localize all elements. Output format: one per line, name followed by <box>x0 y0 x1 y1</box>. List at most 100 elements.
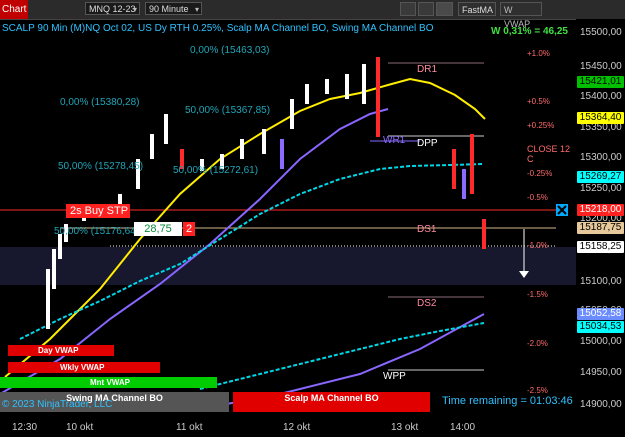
price-tag-blue: 15052,58 <box>577 308 624 320</box>
period-label: 90 Minute <box>149 4 189 14</box>
order-price-field[interactable]: 28,75 <box>134 222 182 236</box>
price-tag-last: 15158,25 <box>577 241 624 253</box>
wvwap-toggle[interactable]: W VWAP <box>500 2 542 29</box>
price-tag-text: 15218,00 <box>579 204 622 215</box>
price-tag-cyan: 15269,27 <box>577 171 624 183</box>
fib-label: 0,00% (15463,03) <box>190 45 270 56</box>
candle <box>452 149 456 189</box>
fastma-toggle[interactable]: FastMA <box>458 2 496 16</box>
chart-tab[interactable]: Chart <box>0 0 28 19</box>
pct-label: -0.25% <box>527 169 553 178</box>
price-tag-green: 15421,01 <box>577 76 624 88</box>
candle <box>46 269 50 329</box>
fib-label: 50,00% (15176,64) <box>54 226 140 237</box>
instrument-selector[interactable]: MNQ 12-23 ▾ <box>85 2 140 15</box>
price-tick: 15000,00 <box>580 336 622 347</box>
copyright-notice: © 2023 NinjaTrader, LLC <box>2 399 113 410</box>
price-tick: 15400,00 <box>580 91 622 102</box>
candle <box>240 139 244 159</box>
pct-label: -2.0% <box>527 339 548 348</box>
chevron-down-icon: ▾ <box>194 5 199 14</box>
pct-label: -1.0% <box>527 241 548 250</box>
price-tick: 14900,00 <box>580 399 622 410</box>
candle <box>362 64 366 104</box>
candle <box>280 139 284 169</box>
price-tag-yellow: 15364,40 <box>577 112 624 124</box>
price-tag-text: 15421,01 <box>579 76 622 87</box>
axis-corner <box>576 419 625 437</box>
time-tick: 12:30 <box>12 422 38 433</box>
day-vwap-flag: Day VWAP <box>8 345 114 356</box>
price-tick: 15300,00 <box>580 152 622 163</box>
price-tag-text: 15364,40 <box>579 112 622 123</box>
wr1-label: WR1 <box>383 135 406 146</box>
instrument-label: MNQ 12-23 <box>89 4 136 14</box>
chart-canvas <box>0 57 576 410</box>
price-chart[interactable]: SCALP 90 Min (M)NQ Oct 02, US Dy RTH 0.2… <box>0 19 576 419</box>
candle <box>325 79 329 94</box>
price-tag-text: 15269,27 <box>579 171 622 182</box>
pct-label: -2.5% <box>527 386 548 395</box>
pct-label: -0.5% <box>527 193 548 202</box>
ds1-label: DS1 <box>417 224 437 235</box>
price-tag-text: 15034,53 <box>579 321 622 332</box>
session-band <box>0 247 576 285</box>
time-axis[interactable]: 12:30 10 okt 11 okt 12 okt 13 okt 14:00 <box>0 419 576 437</box>
price-tag-text: 15052,58 <box>579 308 622 319</box>
chart-toolbar: Chart MNQ 12-23 ▾ 90 Minute ▾ FastMA W V… <box>0 0 625 29</box>
weekly-vwap-flag: Wkly VWAP <box>8 362 160 373</box>
monthly-vwap-flag: Mnt VWAP <box>0 377 217 388</box>
price-tick: 14950,00 <box>580 367 622 378</box>
zoom-button[interactable] <box>436 2 453 16</box>
order-qty-field[interactable]: 2 <box>183 222 195 236</box>
candle <box>290 99 294 129</box>
candle <box>462 169 466 199</box>
candle <box>345 74 349 99</box>
candle <box>52 249 56 289</box>
chart-title: SCALP 90 Min (M)NQ Oct 02, US Dy RTH 0.2… <box>2 23 434 34</box>
ds2-label: DS2 <box>417 298 437 309</box>
time-tick: 10 okt <box>66 422 94 433</box>
candle <box>376 57 380 137</box>
scalp-channel-bar: Scalp MA Channel BO <box>233 392 430 412</box>
close-label: CLOSE 12 C <box>527 144 571 164</box>
price-tag-text: 15158,25 <box>579 241 622 252</box>
fib-label: 50,00% (15278,45) <box>58 161 144 172</box>
price-tag-cyan2: 15034,53 <box>577 321 624 333</box>
fib-label: 50,00% (15272,61) <box>173 165 259 176</box>
chevron-down-icon: ▾ <box>132 5 137 14</box>
price-tag-red: 15218,00 <box>577 204 624 216</box>
draw-tool-button[interactable] <box>400 2 416 16</box>
price-tick: 15500,00 <box>580 27 622 38</box>
candle <box>164 114 168 144</box>
wpp-label: WPP <box>383 371 406 382</box>
price-tick: 15250,00 <box>580 183 622 194</box>
candle <box>305 84 309 104</box>
time-remaining: Time remaining = 01:03:46 <box>442 395 573 407</box>
buy-stop-order[interactable]: 2s Buy STP <box>66 204 130 218</box>
candle <box>262 129 266 154</box>
candle <box>58 234 62 259</box>
fib-label: 0,00% (15380,28) <box>60 97 140 108</box>
fib-label: 50,00% (15367,85) <box>185 105 271 116</box>
time-tick: 11 okt <box>176 422 203 433</box>
price-axis[interactable]: 15500,00 15450,00 15400,00 15350,00 1530… <box>576 19 625 419</box>
period-selector[interactable]: 90 Minute ▾ <box>145 2 202 15</box>
pct-label: -1.5% <box>527 290 548 299</box>
candle <box>150 134 154 159</box>
candle <box>470 134 474 194</box>
price-tick: 15100,00 <box>580 276 622 287</box>
pct-label: +1.0% <box>527 49 550 58</box>
performance-readout: W 0,31% = 46,25 <box>491 26 568 37</box>
candle <box>482 219 486 249</box>
time-tick: 13 okt <box>391 422 419 433</box>
pct-label: +0.25% <box>527 121 555 130</box>
dpp-label: DPP <box>417 138 438 149</box>
dr1-label: DR1 <box>417 64 438 75</box>
price-tag-text: 15187,75 <box>579 222 622 233</box>
time-tick: 12 okt <box>283 422 311 433</box>
tool-button[interactable] <box>418 2 434 16</box>
price-tag-tan: 15187,75 <box>577 222 624 234</box>
price-tick: 15450,00 <box>580 61 622 72</box>
time-tick: 14:00 <box>450 422 476 433</box>
